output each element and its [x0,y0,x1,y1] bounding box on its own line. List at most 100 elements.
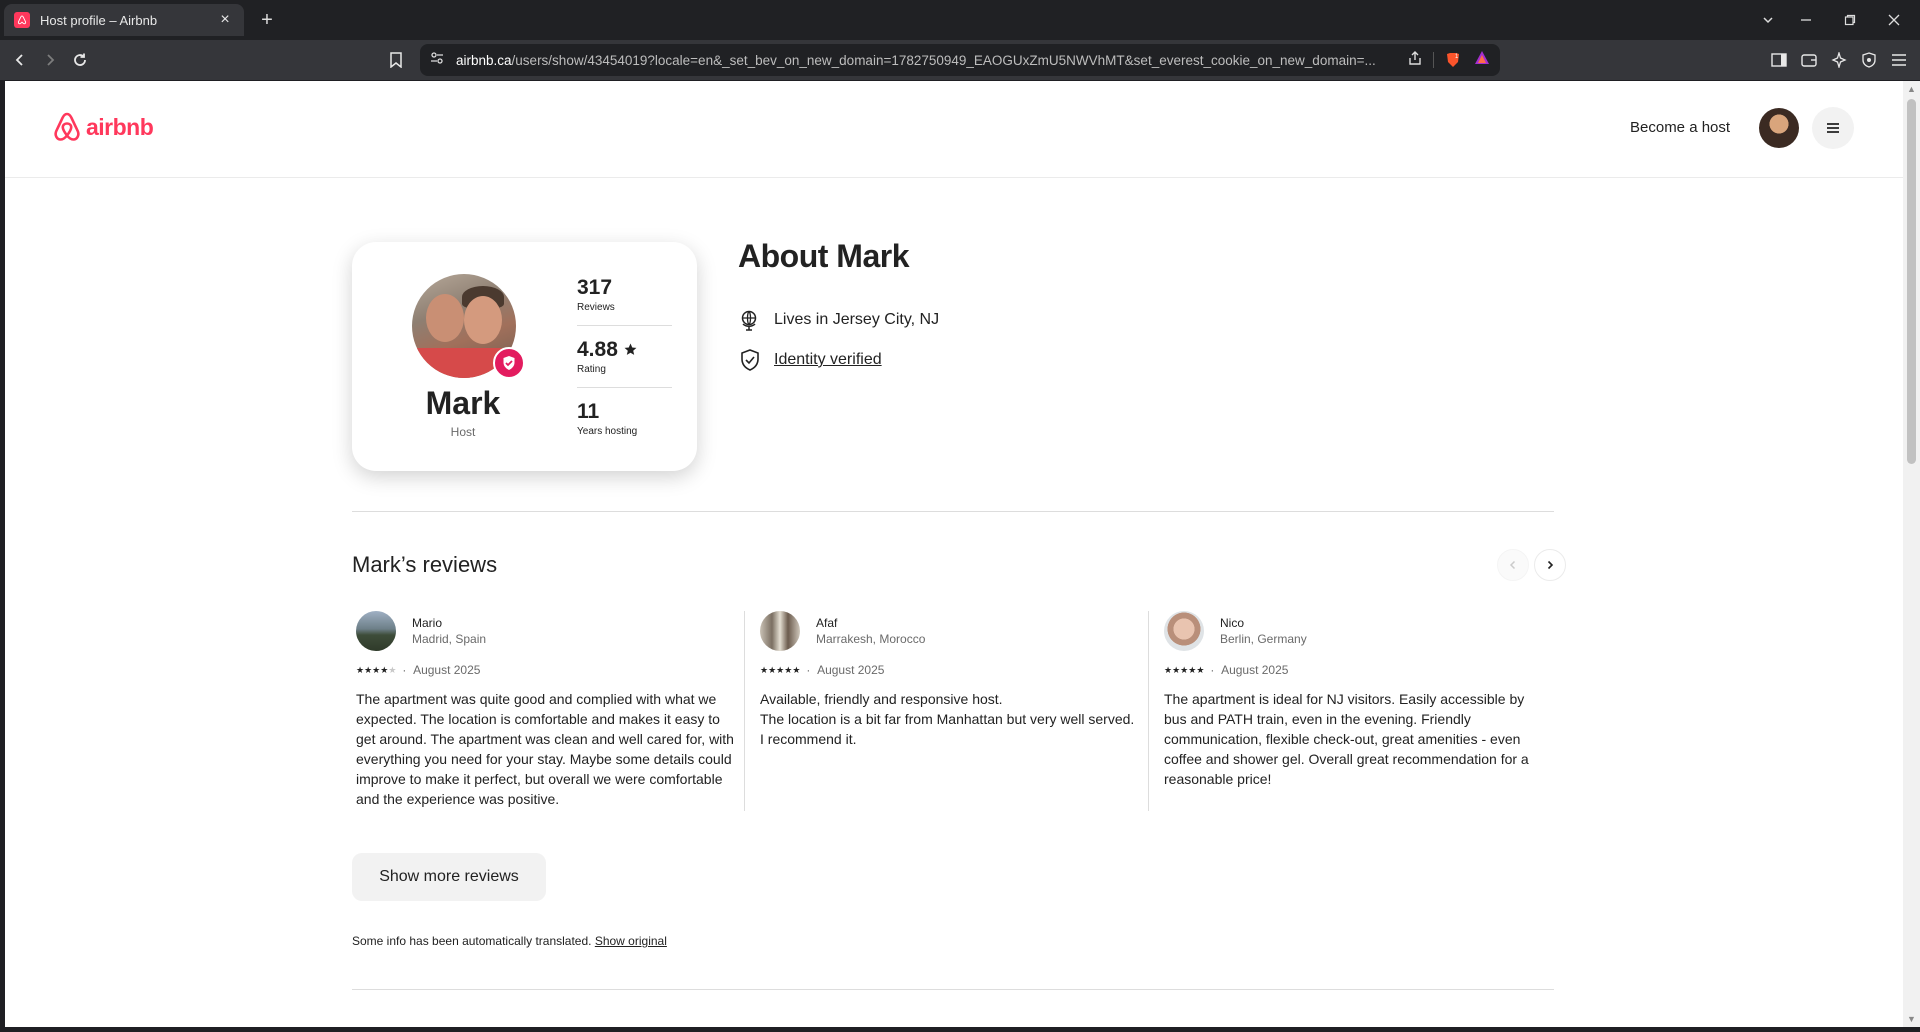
brave-shields-icon[interactable]: 1 [1444,51,1462,69]
review-card: Nico Berlin, Germany ★ ★ ★ ★ ★ · August 2025… [1164,611,1544,789]
shield-check-icon [741,349,759,371]
star-icon: ★ [364,664,373,675]
brave-rewards-icon[interactable] [1474,50,1490,71]
vpn-shield-icon[interactable] [1859,50,1879,70]
globe-icon [741,310,757,331]
scroll-down-arrow-icon[interactable]: ▼ [1907,1014,1916,1024]
star-icon: ★ [760,664,769,675]
reviewer-avatar[interactable] [1164,611,1204,651]
review-column-divider [1148,611,1149,811]
reviewer-location: Berlin, Germany [1220,632,1307,646]
verified-badge-icon [493,347,525,379]
sidebar-icon[interactable] [1769,50,1789,70]
translation-note-text: Some info has been automatically transla… [352,934,592,948]
star-icon [624,343,637,355]
url-text: airbnb.ca/users/show/43454019?locale=en&… [456,53,1393,68]
reviewer-location: Marrakesh, Morocco [816,632,926,646]
scrollbar-thumb[interactable] [1907,99,1916,464]
review-stars: ★ ★ ★ ★ ★ [356,665,396,676]
reviewer-name: Afaf [816,616,838,630]
stat-years-hosting: 11 Years hosting [577,400,672,437]
new-tab-button[interactable]: + [255,8,279,32]
url-divider [1433,52,1434,68]
stat-value: 4.88 [577,338,672,362]
hamburger-icon [1827,123,1839,133]
reviews-title: Mark’s reviews [352,552,498,577]
url-path: /users/show/43454019?locale=en&_set_bev_… [511,52,1376,68]
stat-divider [577,387,672,388]
page-viewport: airbnb Become a host Mark Host 317 Revie… [5,81,1903,1027]
airbnb-logo[interactable]: airbnb [52,111,154,143]
back-arrow-icon[interactable] [6,46,34,74]
star-empty-icon: ★ [388,664,397,675]
review-date-separator: · [1210,663,1215,677]
review-column-divider [744,611,745,811]
review-stars: ★ ★ ★ ★ ★ [1164,665,1204,676]
star-icon: ★ [792,664,801,675]
about-title: About Mark [738,238,910,274]
stat-label: Reviews [577,302,615,313]
reviewer-location: Madrid, Spain [412,632,487,646]
show-original-link[interactable]: Show original [595,934,667,948]
become-host-link[interactable]: Become a host [1630,119,1730,136]
browser-menu-icon[interactable] [1889,50,1909,70]
star-icon: ★ [768,664,777,675]
browser-tab-bar: Host profile – Airbnb × + [0,0,1920,40]
review-text: Available, friendly and responsive host.… [760,691,1135,747]
address-bar[interactable]: airbnb.ca/users/show/43454019?locale=en&… [420,44,1500,76]
stat-reviews: 317 Reviews [577,276,672,313]
chevron-right-icon [1547,560,1554,570]
chevron-left-icon [1509,560,1516,570]
close-window-icon[interactable] [1872,0,1916,40]
star-icon: ★ [1172,664,1181,675]
section-divider [352,511,1554,512]
wallet-icon[interactable] [1799,50,1819,70]
lives-in-text: Lives in Jersey City, NJ [774,311,940,328]
minimize-icon[interactable] [1784,0,1828,40]
reload-icon[interactable] [66,46,94,74]
tab-title: Host profile – Airbnb [40,12,158,28]
review-text: The apartment was quite good and complie… [356,691,734,807]
host-name: Mark [425,385,501,421]
review-date: August 2025 [1221,663,1289,677]
forward-arrow-icon[interactable] [36,46,64,74]
host-role: Host [450,425,476,439]
airbnb-favicon-icon [14,12,30,28]
identity-verified-link[interactable]: Identity verified [774,351,882,369]
review-date-separator: · [402,663,407,677]
star-icon: ★ [784,664,793,675]
show-more-reviews-button[interactable]: Show more reviews [352,853,546,901]
about-identity: Identity verified [738,348,882,372]
main-menu-button[interactable] [1812,107,1854,149]
star-icon: ★ [1180,664,1189,675]
star-icon: ★ [380,664,389,675]
review-text: The apartment is ideal for NJ visitors. … [1164,691,1529,787]
star-icon: ★ [1188,664,1197,675]
review-card: Afaf Marrakesh, Morocco ★ ★ ★ ★ ★ · August 2… [760,611,1140,749]
site-settings-icon[interactable] [430,51,444,70]
scroll-up-arrow-icon[interactable]: ▲ [1907,84,1916,94]
star-icon: ★ [776,664,785,675]
stat-divider [577,325,672,326]
reviewer-avatar[interactable] [356,611,396,651]
review-date: August 2025 [817,663,885,677]
stat-rating: 4.88 Rating [577,338,672,375]
leo-ai-icon[interactable] [1829,50,1849,70]
review-card: Mario Madrid, Spain ★ ★ ★ ★ ★ · August 2025 … [356,611,736,809]
restore-icon[interactable] [1828,0,1872,40]
rating-value: 4.88 [577,338,618,361]
bookmark-icon[interactable] [382,46,410,74]
reviews-prev-button[interactable] [1497,549,1529,581]
tab-close-icon[interactable]: × [216,11,234,29]
review-stars: ★ ★ ★ ★ ★ [760,665,800,676]
reviews-next-button[interactable] [1534,549,1566,581]
share-icon[interactable] [1407,50,1423,71]
page-scrollbar[interactable]: ▲ ▼ [1903,81,1920,1027]
browser-toolbar: airbnb.ca/users/show/43454019?locale=en&… [0,40,1920,80]
airbnb-logo-icon [54,112,80,141]
reviewer-name: Nico [1220,616,1245,630]
reviewer-name: Mario [412,616,443,630]
browser-tab[interactable]: Host profile – Airbnb × [4,4,244,36]
reviewer-avatar[interactable] [760,611,800,651]
user-avatar[interactable] [1759,108,1799,148]
